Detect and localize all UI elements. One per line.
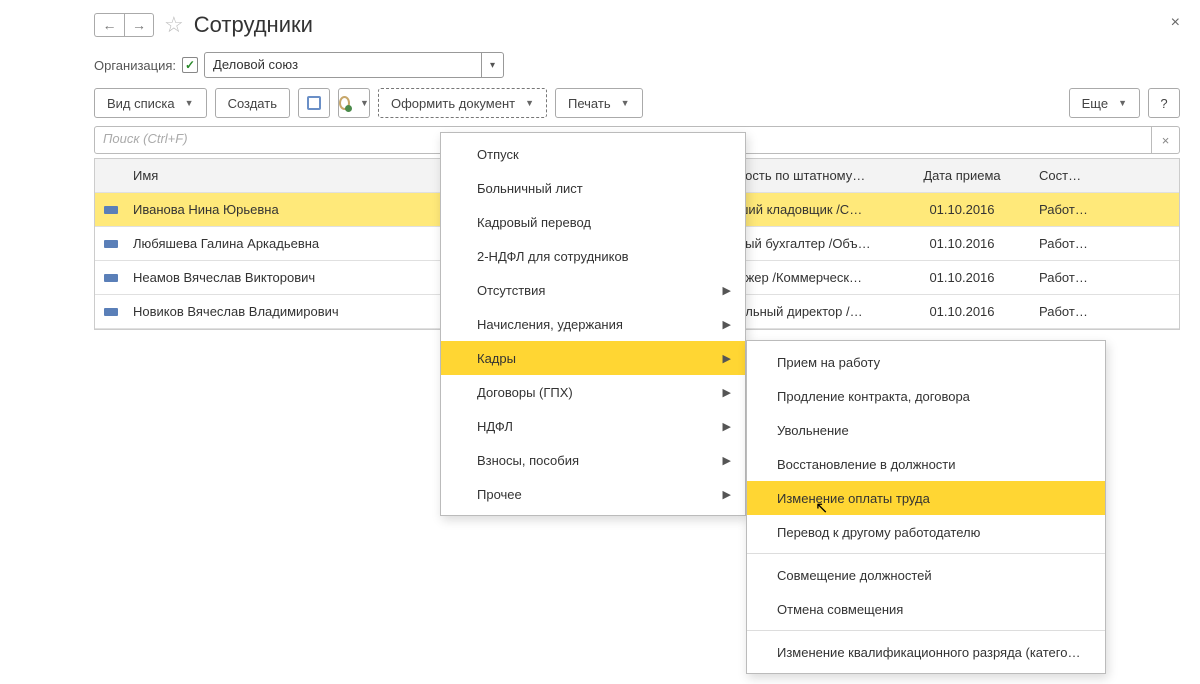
- submenu-item[interactable]: Восстановление в должности: [747, 447, 1105, 481]
- submenu-item[interactable]: Увольнение: [747, 413, 1105, 447]
- print-label: Печать: [568, 96, 611, 111]
- cell-status: Работ…: [1027, 304, 1179, 319]
- submenu-item[interactable]: Изменение квалификационного разряда (кат…: [747, 635, 1105, 669]
- print-button[interactable]: Печать▼: [555, 88, 643, 118]
- menu-item[interactable]: Прочее▶: [441, 477, 745, 511]
- submenu-item[interactable]: Перевод к другому работодателю: [747, 515, 1105, 549]
- row-status-icon: [104, 240, 118, 248]
- cell-date: 01.10.2016: [897, 270, 1027, 285]
- submenu-arrow-icon: ▶: [723, 420, 731, 433]
- row-status-icon: [104, 308, 118, 316]
- page-title: Сотрудники: [194, 12, 313, 38]
- create-document-label: Оформить документ: [391, 96, 515, 111]
- cell-date: 01.10.2016: [897, 236, 1027, 251]
- settings-icon-button[interactable]: ▼: [338, 88, 370, 118]
- nav-forward-button[interactable]: →: [124, 13, 154, 37]
- view-list-button[interactable]: Вид списка▼: [94, 88, 207, 118]
- submenu-arrow-icon: ▶: [723, 454, 731, 467]
- view-list-label: Вид списка: [107, 96, 175, 111]
- menu-item[interactable]: Больничный лист: [441, 171, 745, 205]
- create-document-button[interactable]: Оформить документ▼: [378, 88, 547, 118]
- help-button[interactable]: ?: [1148, 88, 1180, 118]
- col-status[interactable]: Сост…: [1027, 168, 1179, 183]
- close-icon[interactable]: ×: [1171, 14, 1180, 32]
- nav-back-button[interactable]: ←: [94, 13, 124, 37]
- search-clear-button[interactable]: ×: [1152, 126, 1180, 154]
- cell-status: Работ…: [1027, 236, 1179, 251]
- filter-org-value: Деловой союз: [205, 53, 481, 77]
- menu-item[interactable]: Кадровый перевод: [441, 205, 745, 239]
- kadry-submenu: Прием на работуПродление контракта, дого…: [746, 340, 1106, 674]
- submenu-arrow-icon: ▶: [723, 488, 731, 501]
- cell-date: 01.10.2016: [897, 304, 1027, 319]
- create-button[interactable]: Создать: [215, 88, 290, 118]
- submenu-item[interactable]: Продление контракта, договора: [747, 379, 1105, 413]
- filter-org-combo[interactable]: Деловой союз ▾: [204, 52, 504, 78]
- create-label: Создать: [228, 96, 277, 111]
- document-dropdown: ОтпускБольничный листКадровый перевод2-Н…: [440, 132, 746, 516]
- submenu-arrow-icon: ▶: [723, 352, 731, 365]
- cell-status: Работ…: [1027, 202, 1179, 217]
- menu-item[interactable]: НДФЛ▶: [441, 409, 745, 443]
- menu-item[interactable]: Отсутствия▶: [441, 273, 745, 307]
- col-hire-date[interactable]: Дата приема: [897, 168, 1027, 183]
- cell-status: Работ…: [1027, 270, 1179, 285]
- menu-item[interactable]: Начисления, удержания▶: [441, 307, 745, 341]
- menu-item[interactable]: 2-НДФЛ для сотрудников: [441, 239, 745, 273]
- submenu-item[interactable]: Отмена совмещения: [747, 592, 1105, 626]
- menu-item[interactable]: Отпуск: [441, 137, 745, 171]
- row-status-icon: [104, 274, 118, 282]
- submenu-item[interactable]: Прием на работу: [747, 345, 1105, 379]
- list-icon: [307, 96, 321, 110]
- filter-org-label: Организация:: [94, 58, 176, 73]
- favorite-star-icon[interactable]: ☆: [164, 12, 184, 38]
- menu-separator: [747, 630, 1105, 631]
- more-button[interactable]: Еще▼: [1069, 88, 1140, 118]
- list-icon-button[interactable]: [298, 88, 330, 118]
- menu-item[interactable]: Взносы, пособия▶: [441, 443, 745, 477]
- menu-separator: [747, 553, 1105, 554]
- cell-date: 01.10.2016: [897, 202, 1027, 217]
- submenu-arrow-icon: ▶: [723, 386, 731, 399]
- menu-item[interactable]: Кадры▶: [441, 341, 745, 375]
- menu-item[interactable]: Договоры (ГПХ)▶: [441, 375, 745, 409]
- submenu-item[interactable]: Изменение оплаты труда: [747, 481, 1105, 515]
- more-label: Еще: [1082, 96, 1108, 111]
- submenu-arrow-icon: ▶: [723, 318, 731, 331]
- filter-org-checkbox[interactable]: ✓: [182, 57, 198, 73]
- row-status-icon: [104, 206, 118, 214]
- gear-plus-icon: [339, 96, 350, 110]
- chevron-down-icon[interactable]: ▾: [481, 53, 503, 77]
- submenu-item[interactable]: Совмещение должностей: [747, 558, 1105, 592]
- submenu-arrow-icon: ▶: [723, 284, 731, 297]
